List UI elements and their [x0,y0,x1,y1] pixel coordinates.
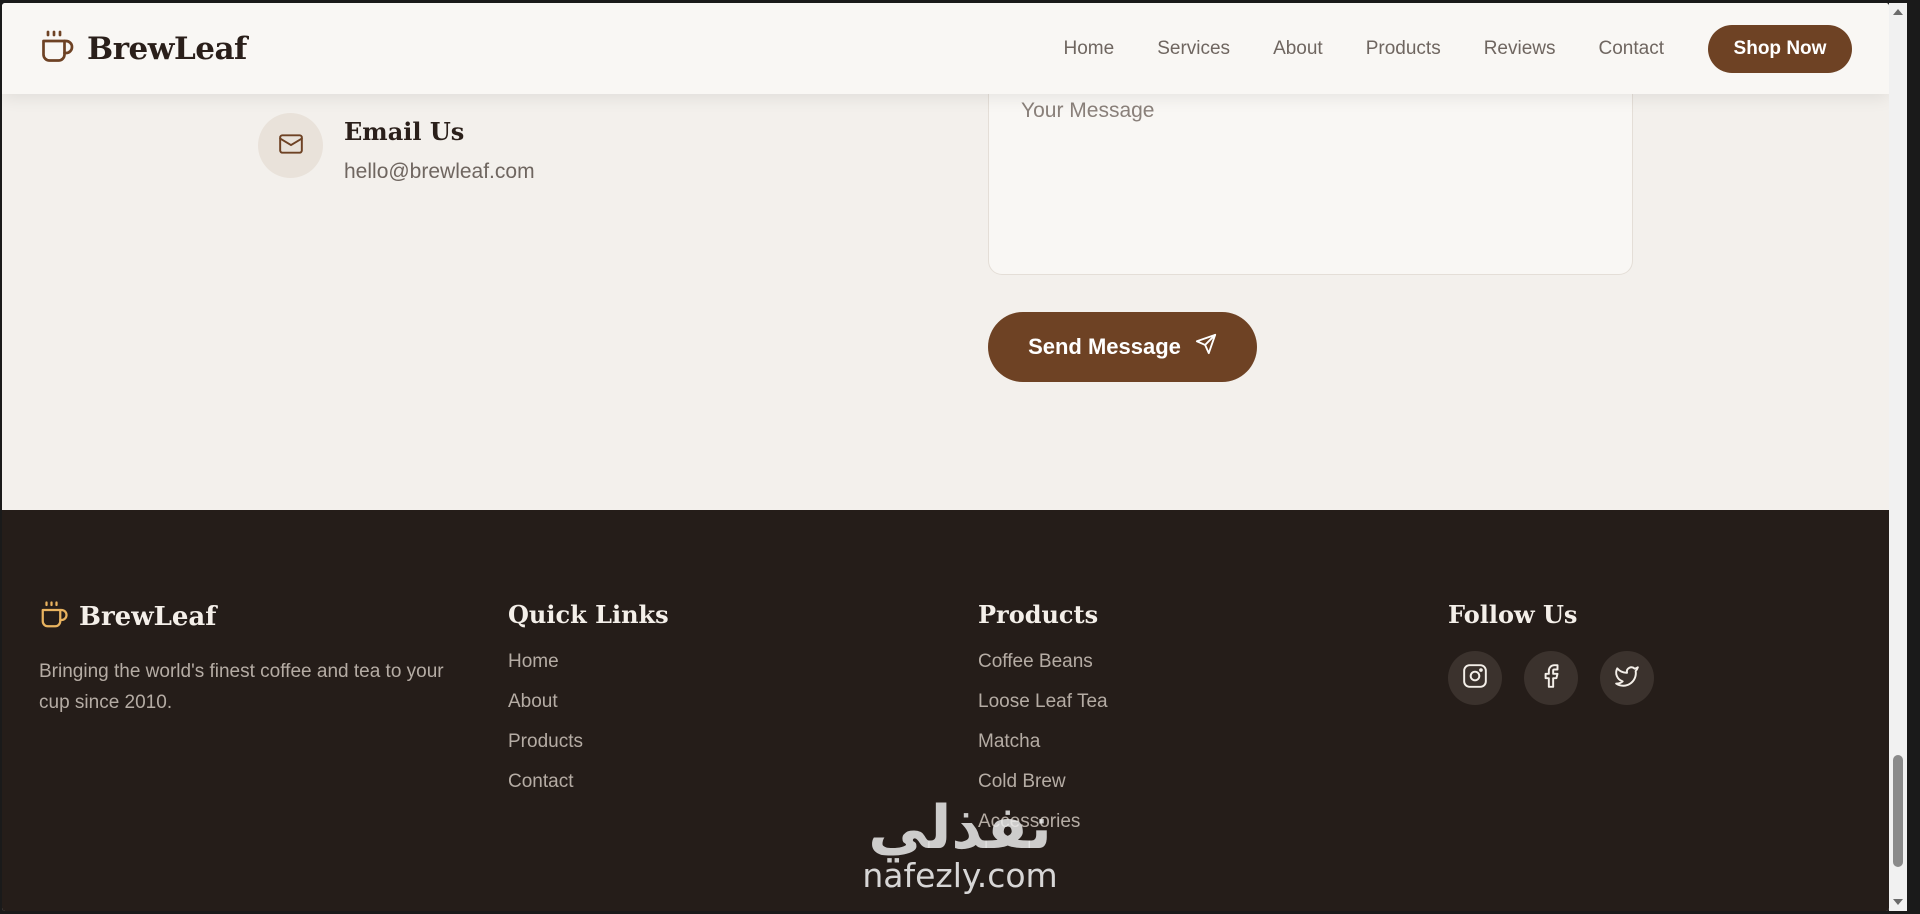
footer-link-about[interactable]: About [508,691,669,731]
brand-name: BrewLeaf [87,31,247,67]
scrollbar-thumb[interactable] [1893,755,1903,867]
products-title: Products [978,600,1099,629]
follow-title: Follow Us [1448,600,1578,629]
send-message-label: Send Message [1028,334,1181,359]
footer-link-home[interactable]: Home [508,651,669,691]
coffee-cup-icon [39,29,75,69]
footer-product-cold-brew[interactable]: Cold Brew [978,771,1108,811]
footer-link-products[interactable]: Products [508,731,669,771]
quick-links-title: Quick Links [508,600,669,629]
social-links [1448,651,1654,705]
footer-brand-name: BrewLeaf [79,602,217,632]
footer-product-loose-leaf-tea[interactable]: Loose Leaf Tea [978,691,1108,731]
footer-follow: Follow Us [1448,600,1654,705]
main-nav: Home Services About Products Reviews Con… [1064,3,1664,94]
message-textarea[interactable] [989,63,1632,274]
mail-icon [278,131,304,161]
brand-logo[interactable]: BrewLeaf [39,29,247,69]
footer-product-coffee-beans[interactable]: Coffee Beans [978,651,1108,691]
instagram-icon [1462,663,1488,693]
footer-description: Bringing the world's finest coffee and t… [39,661,444,713]
email-icon-circle [258,113,323,178]
nav-reviews[interactable]: Reviews [1484,38,1556,60]
facebook-icon [1538,663,1564,693]
browser-viewport: BrewLeaf Home Services About Products Re… [2,3,1889,911]
footer-products: Products Coffee Beans Loose Leaf Tea Mat… [978,600,1108,851]
send-icon [1195,333,1217,361]
footer-link-contact[interactable]: Contact [508,771,669,811]
email-value[interactable]: hello@brewleaf.com [344,160,535,184]
nav-home[interactable]: Home [1064,38,1115,60]
nav-about[interactable]: About [1273,38,1323,60]
vertical-scrollbar[interactable] [1889,3,1907,911]
scroll-up-arrow-icon[interactable] [1893,9,1903,15]
footer-brand-logo[interactable]: BrewLeaf [39,600,216,634]
nav-contact[interactable]: Contact [1599,38,1664,60]
shop-now-button[interactable]: Shop Now [1708,25,1852,73]
footer-product-matcha[interactable]: Matcha [978,731,1108,771]
footer-quick-links: Quick Links Home About Products Contact [508,600,669,811]
message-field-wrapper [988,63,1633,275]
footer-product-accessories[interactable]: Accessories [978,811,1108,851]
facebook-link[interactable] [1524,651,1578,705]
scroll-down-arrow-icon[interactable] [1893,899,1903,905]
send-message-button[interactable]: Send Message [988,312,1257,382]
twitter-link[interactable] [1600,651,1654,705]
site-footer: BrewLeaf Bringing the world's finest cof… [2,510,1889,911]
nav-products[interactable]: Products [1366,38,1441,60]
coffee-cup-icon [39,600,69,634]
twitter-icon [1614,663,1640,693]
instagram-link[interactable] [1448,651,1502,705]
email-title: Email Us [344,117,465,146]
site-header: BrewLeaf Home Services About Products Re… [2,3,1889,94]
nav-services[interactable]: Services [1157,38,1230,60]
